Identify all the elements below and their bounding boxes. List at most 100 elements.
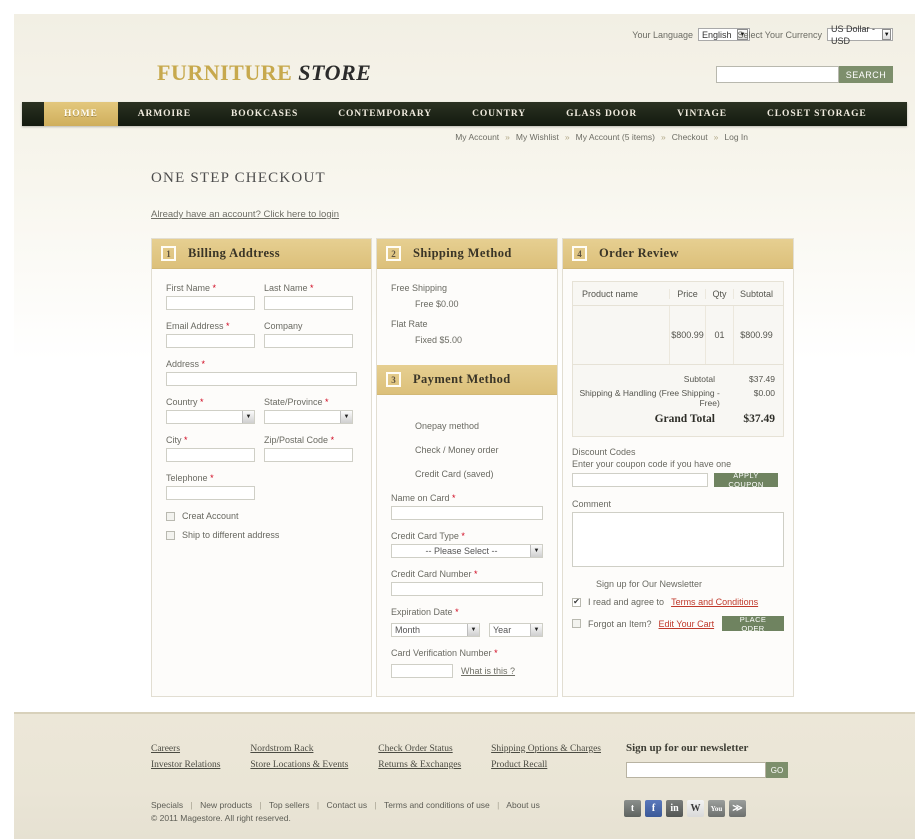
company-field: Company	[264, 321, 353, 348]
nav-item-home[interactable]: HOME	[44, 102, 118, 126]
site-logo[interactable]: FURNITURE STORE	[157, 60, 371, 86]
nav-item-vintage[interactable]: VINTAGE	[657, 102, 747, 126]
city-field: City *	[166, 435, 255, 462]
expiration-year-value: Year	[493, 625, 512, 635]
country-select[interactable]: ▼	[166, 410, 255, 424]
ship-different-checkbox[interactable]	[166, 530, 175, 540]
coupon-input[interactable]	[572, 473, 708, 487]
cvn-help-link[interactable]: What is this ?	[461, 666, 515, 676]
email-input[interactable]	[166, 334, 255, 348]
nav-item-closet-storage[interactable]: CLOSET STORAGE	[747, 102, 887, 126]
footer-link-product-recall[interactable]: Product Recall	[491, 760, 601, 770]
wordpress-icon[interactable]: W	[687, 800, 704, 817]
facebook-icon[interactable]: f	[645, 800, 662, 817]
youtube-icon[interactable]: You	[708, 800, 725, 817]
place-order-button[interactable]: PLACE ODER	[722, 615, 784, 633]
nav-item-bookcases[interactable]: BOOKCASES	[211, 102, 318, 126]
footer-column: Check Order Status Returns & Exchanges	[378, 744, 461, 770]
cvn-input[interactable]	[391, 664, 453, 678]
required-mark: *	[210, 473, 214, 483]
terms-checkbox[interactable]: ✔	[572, 597, 581, 607]
email-field: Email Address *	[166, 321, 255, 348]
expiration-month-select[interactable]: Month ▼	[391, 623, 480, 637]
breadcrumb-separator-icon: »	[713, 132, 719, 142]
edit-your-cart-link[interactable]: Edit Your Cart	[659, 619, 715, 629]
required-mark: *	[330, 435, 335, 445]
shipping-group: Free Shipping Free $0.00	[391, 283, 543, 309]
shipping-option-free[interactable]: Free $0.00	[415, 299, 543, 309]
breadcrumb-item-log-in[interactable]: Log In	[724, 132, 748, 142]
total-label-shipping: Shipping & Handling (Free Shipping - Fre…	[579, 388, 720, 408]
breadcrumb-item-checkout[interactable]: Checkout	[672, 132, 708, 142]
footer-link-careers[interactable]: Careers	[151, 744, 220, 754]
comment-textarea[interactable]	[572, 512, 784, 567]
create-account-row[interactable]: Creat Account	[166, 511, 357, 521]
expiration-year-select[interactable]: Year ▼	[489, 623, 543, 637]
footer-link-shipping-options[interactable]: Shipping Options & Charges	[491, 744, 601, 754]
footer-link-store-locations[interactable]: Store Locations & Events	[250, 760, 348, 770]
address-input[interactable]	[166, 372, 357, 386]
ship-different-row[interactable]: Ship to different address	[166, 530, 357, 540]
terms-and-conditions-link[interactable]: Terms and Conditions	[671, 597, 758, 607]
search-input[interactable]	[716, 66, 839, 83]
name-on-card-input[interactable]	[391, 506, 543, 520]
order-review-panel: 4 Order Review Product name Price Qty Su…	[562, 238, 794, 697]
footer-link-top-sellers[interactable]: Top sellers	[269, 800, 310, 810]
footer-link-contact-us[interactable]: Contact us	[327, 800, 368, 810]
last-name-input[interactable]	[264, 296, 353, 310]
nav-item-armoire[interactable]: ARMOIRE	[118, 102, 211, 126]
city-input[interactable]	[166, 448, 255, 462]
footer-link-check-order-status[interactable]: Check Order Status	[378, 744, 461, 754]
nav-item-country[interactable]: COUNTRY	[452, 102, 546, 126]
payment-method-credit-card[interactable]: Credit Card (saved)	[415, 469, 543, 479]
first-name-input[interactable]	[166, 296, 255, 310]
forgot-item-checkbox[interactable]	[572, 619, 581, 628]
linkedin-icon[interactable]: in	[666, 800, 683, 817]
telephone-input[interactable]	[166, 486, 255, 500]
twitter-icon[interactable]: t	[624, 800, 641, 817]
newsletter-form: GO	[626, 762, 788, 778]
link-separator: |	[497, 800, 500, 810]
newsletter-go-button[interactable]: GO	[766, 762, 788, 778]
search-button[interactable]: SEARCH	[839, 66, 893, 83]
breadcrumb-item-my-account[interactable]: My Account	[455, 132, 499, 142]
footer-link-about-us[interactable]: About us	[506, 800, 540, 810]
company-input[interactable]	[264, 334, 353, 348]
create-account-checkbox[interactable]	[166, 511, 175, 521]
card-number-input[interactable]	[391, 582, 543, 596]
breadcrumb-item-my-wishlist[interactable]: My Wishlist	[516, 132, 559, 142]
card-type-select[interactable]: -- Please Select -- ▼	[391, 544, 543, 558]
nav-item-glass-door[interactable]: GLASS DOOR	[546, 102, 657, 126]
review-panel-title: Order Review	[599, 246, 679, 260]
payment-method-check-money-order[interactable]: Check / Money order	[415, 445, 543, 455]
nav-item-contemporary[interactable]: CONTEMPORARY	[318, 102, 452, 126]
footer-link-terms-conditions[interactable]: Terms and conditions of use	[384, 800, 490, 810]
shipping-option-flat-rate[interactable]: Fixed $5.00	[415, 335, 543, 345]
terms-prefix-label: I read and agree to	[588, 597, 665, 607]
social-icons: t f in W You ≫	[624, 800, 746, 817]
link-separator: |	[259, 800, 262, 810]
login-link[interactable]: Already have an account? Click here to l…	[151, 209, 339, 220]
apply-coupon-button[interactable]: APPLY COUPON	[714, 471, 778, 489]
total-line-subtotal: Subtotal $37.49	[573, 372, 783, 386]
address-field: Address *	[166, 359, 357, 386]
chevron-down-icon: ▼	[530, 545, 542, 557]
address-label-text: Address	[166, 359, 200, 369]
footer-link-nordstrom-rack[interactable]: Nordstrom Rack	[250, 744, 348, 754]
newsletter-email-input[interactable]	[626, 762, 766, 778]
footer-link-specials[interactable]: Specials	[151, 800, 183, 810]
payment-method-onepay[interactable]: Onepay method	[415, 421, 543, 431]
cvn-label: Card Verification Number *	[391, 648, 543, 658]
name-row: First Name * Last Name *	[166, 283, 357, 310]
rss-icon[interactable]: ≫	[729, 800, 746, 817]
footer-link-returns-exchanges[interactable]: Returns & Exchanges	[378, 760, 461, 770]
card-type-label-text: Credit Card Type	[391, 531, 459, 541]
city-label-text: City	[166, 435, 182, 445]
zip-input[interactable]	[264, 448, 353, 462]
breadcrumb-item-my-account-items[interactable]: My Account (5 items)	[576, 132, 655, 142]
state-select[interactable]: ▼	[264, 410, 353, 424]
footer-link-new-products[interactable]: New products	[200, 800, 252, 810]
page-title: ONE STEP CHECKOUT	[151, 170, 326, 186]
footer-link-investor-relations[interactable]: Investor Relations	[151, 760, 220, 770]
currency-select[interactable]: US Dollar - USD ▼	[827, 24, 893, 46]
